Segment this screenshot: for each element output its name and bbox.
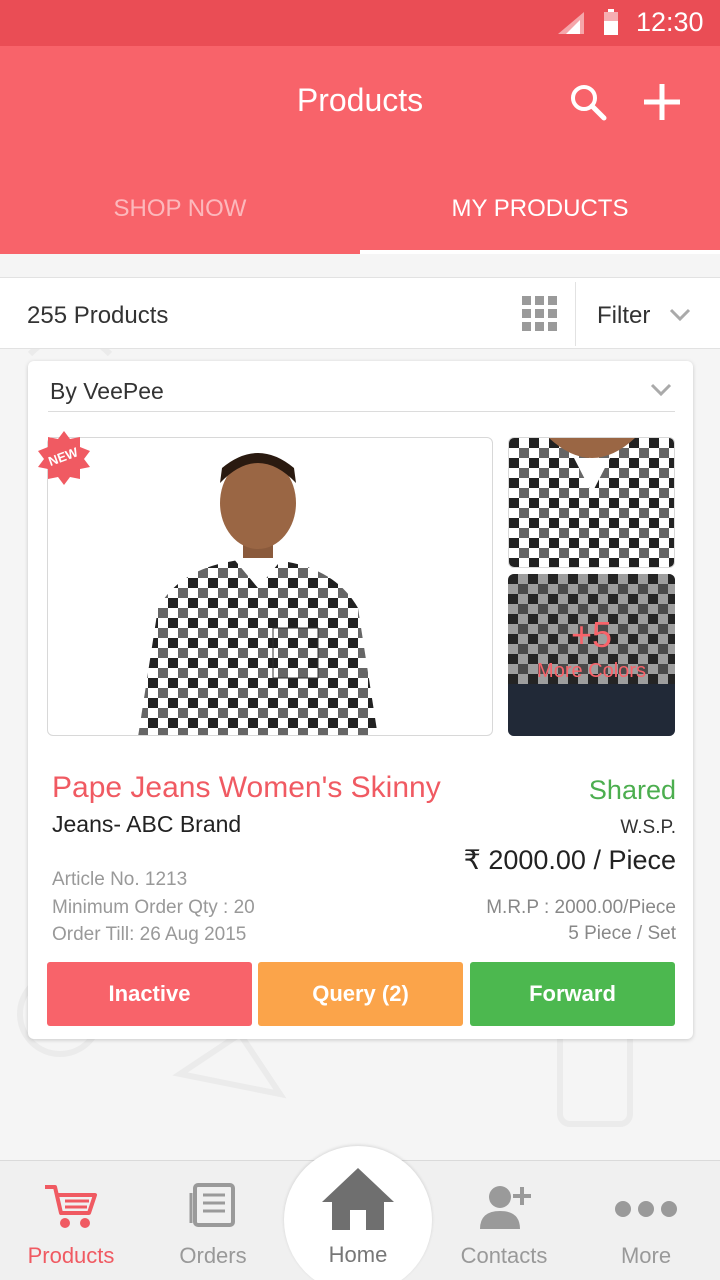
seller-name: By VeePee <box>50 378 164 404</box>
add-icon[interactable] <box>638 78 686 126</box>
order-till-date: Order Till: 26 Aug 2015 <box>52 924 247 945</box>
signal-icon <box>558 12 584 34</box>
status-bar: 12:30 <box>0 0 720 46</box>
nav-contacts-label: Contacts <box>460 1243 548 1268</box>
nav-orders[interactable]: Orders <box>142 1161 284 1280</box>
grid-icon[interactable] <box>522 296 558 332</box>
nav-more[interactable]: More <box>575 1161 717 1280</box>
clock: 12:30 <box>636 7 704 37</box>
home-icon <box>322 1168 394 1230</box>
more-colors-thumbnail[interactable]: +5 More Colors <box>508 574 675 736</box>
product-toolbar: 255 Products Filter <box>0 277 720 349</box>
search-icon[interactable] <box>566 80 610 124</box>
more-colors-label: More Colors <box>537 660 646 682</box>
tab-shop-now[interactable]: SHOP NOW <box>0 194 360 254</box>
page-title: Products <box>296 82 424 118</box>
nav-more-label: More <box>620 1243 672 1268</box>
product-card[interactable]: By VeePee NEW +5 More Colors Pape Jeans … <box>28 361 693 1039</box>
filter-label: Filter <box>597 302 651 329</box>
app-bar: Products SHOP NOW MY PRODUCTS <box>0 46 720 254</box>
product-count: 255 Products <box>27 302 169 329</box>
nav-products[interactable]: Products <box>0 1161 142 1280</box>
chevron-down-icon <box>669 308 691 322</box>
divider <box>48 411 675 412</box>
orders-icon <box>189 1183 235 1227</box>
price-type: W.S.P. <box>620 817 676 838</box>
product-subtitle: Jeans- ABC Brand <box>52 811 242 837</box>
nav-products-label: Products <box>27 1243 115 1268</box>
product-main-image[interactable] <box>47 437 493 736</box>
query-button[interactable]: Query (2) <box>258 962 463 1026</box>
status-badge: Shared <box>588 775 676 805</box>
battery-icon <box>604 9 618 35</box>
inactive-button[interactable]: Inactive <box>47 962 252 1026</box>
product-title: Pape Jeans Women's Skinny <box>52 771 441 804</box>
nav-contacts[interactable]: Contacts <box>433 1161 575 1280</box>
toolbar-divider <box>575 282 576 346</box>
product-price: ₹ 2000.00 / Piece <box>463 845 676 875</box>
product-thumbnail[interactable] <box>508 437 675 568</box>
more-dots-icon <box>615 1201 677 1217</box>
chevron-down-icon[interactable] <box>650 383 672 397</box>
tab-my-products[interactable]: MY PRODUCTS <box>360 194 720 254</box>
add-contact-icon <box>480 1186 531 1229</box>
minimum-order-qty: Minimum Order Qty : 20 <box>52 897 255 918</box>
nav-home-label: Home <box>328 1242 388 1267</box>
more-colors-count: +5 <box>570 614 613 655</box>
set-size: 5 Piece / Set <box>568 923 676 944</box>
shirt-model-image <box>138 453 378 735</box>
filter-button[interactable]: Filter <box>597 302 707 332</box>
article-number: Article No. 1213 <box>52 869 188 890</box>
new-badge: NEW <box>38 431 90 485</box>
forward-button[interactable]: Forward <box>470 962 675 1026</box>
cart-icon <box>45 1185 97 1228</box>
mrp-price: M.R.P : 2000.00/Piece <box>486 897 676 918</box>
shirt-thumbnail-image <box>509 438 674 567</box>
nav-orders-label: Orders <box>179 1243 247 1268</box>
